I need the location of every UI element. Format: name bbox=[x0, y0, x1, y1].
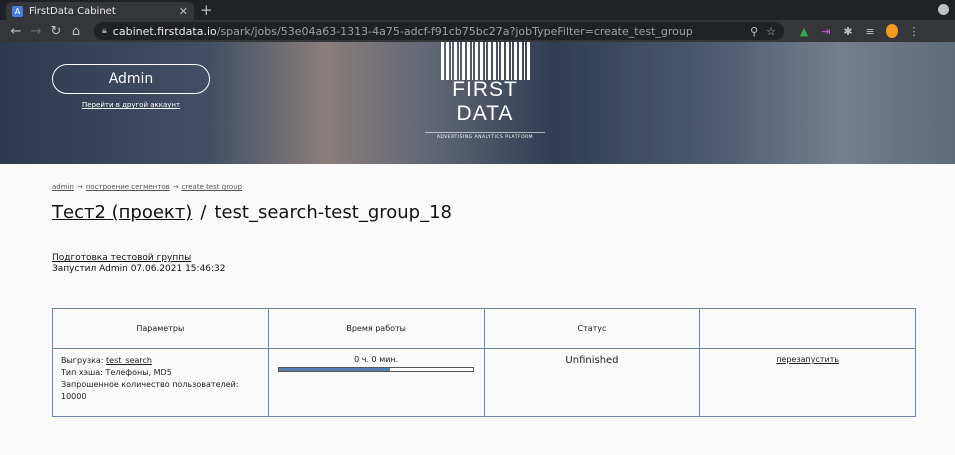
restart-button[interactable]: перезапустить bbox=[776, 355, 839, 364]
requested-users-label: Запрошенное количество пользователей: bbox=[61, 380, 239, 389]
action-cell: перезапустить bbox=[699, 348, 916, 417]
progress-bar bbox=[278, 367, 475, 372]
title-separator: / bbox=[200, 202, 207, 223]
reload-icon[interactable]: ↻ bbox=[46, 24, 66, 39]
favicon-icon: A bbox=[12, 5, 23, 17]
upload-link[interactable]: test_search bbox=[106, 356, 152, 365]
header-banner: Admin Перейти в другой аккаунт FIRST DAT… bbox=[0, 42, 955, 164]
tab-search-icon[interactable] bbox=[938, 4, 949, 15]
extension-arrow-icon[interactable]: ⇥ bbox=[820, 25, 832, 38]
home-icon[interactable]: ⌂ bbox=[66, 24, 86, 39]
browser-toolbar: ← → ↻ ⌂ 🔒︎ cabinet.firstdata.io /spark/j… bbox=[0, 20, 955, 42]
breadcrumb-segments[interactable]: построение сегментов bbox=[86, 183, 170, 191]
project-link[interactable]: Тест2 (проект) bbox=[52, 202, 192, 223]
header-parameters: Параметры bbox=[52, 308, 269, 349]
forward-icon[interactable]: → bbox=[26, 24, 46, 39]
job-type-link[interactable]: Подготовка тестовой группы bbox=[52, 253, 191, 263]
header-runtime: Время работы bbox=[267, 308, 485, 349]
job-table: Параметры Время работы Статус Выгрузка: … bbox=[52, 308, 916, 417]
tab-title: FirstData Cabinet bbox=[29, 5, 116, 17]
breadcrumb-create-test-group[interactable]: create test group bbox=[182, 183, 242, 191]
new-tab-button[interactable]: + bbox=[200, 1, 213, 19]
breadcrumb-separator: → bbox=[172, 183, 179, 191]
extensions-puzzle-icon[interactable]: ✱ bbox=[842, 25, 854, 38]
menu-kebab-icon[interactable]: ⋮ bbox=[908, 25, 920, 38]
hash-type: Тип хэша: Телефоны, MD5 bbox=[61, 368, 172, 377]
logo-text: FIRST DATA bbox=[452, 78, 518, 125]
back-icon[interactable]: ← bbox=[6, 24, 26, 39]
close-icon[interactable]: ✕ bbox=[179, 5, 188, 18]
upload-label: Выгрузка: bbox=[61, 356, 107, 365]
header-actions bbox=[699, 308, 916, 349]
header-status: Статус bbox=[483, 308, 701, 349]
first-data-logo[interactable]: FIRST DATA ADVERTISING ANALYTICS PLATFOR… bbox=[425, 42, 545, 140]
switch-account-link[interactable]: Перейти в другой аккаунт bbox=[82, 101, 180, 109]
browser-tabstrip: A FirstData Cabinet ✕ + bbox=[0, 0, 955, 20]
requested-users-value: 10000 bbox=[61, 392, 87, 401]
account-button[interactable]: Admin bbox=[52, 64, 210, 94]
table-header-row: Параметры Время работы Статус bbox=[52, 308, 916, 349]
reading-list-icon[interactable]: ≡ bbox=[864, 25, 876, 38]
status-cell: Unfinished bbox=[483, 348, 701, 417]
lock-icon: 🔒︎ bbox=[102, 26, 107, 36]
url-host: cabinet.firstdata.io bbox=[112, 24, 217, 38]
params-cell: Выгрузка: test_search Тип хэша: Телефоны… bbox=[52, 348, 269, 417]
breadcrumb-admin[interactable]: admin bbox=[52, 183, 74, 191]
barcode-icon bbox=[425, 42, 545, 80]
logo-tagline: ADVERTISING ANALYTICS PLATFORM bbox=[425, 132, 545, 140]
profile-avatar-icon[interactable] bbox=[886, 24, 898, 38]
bookmark-star-icon[interactable]: ☆ bbox=[766, 25, 776, 38]
runtime-cell: 0 ч. 0 мин. bbox=[267, 348, 485, 417]
zoom-icon[interactable]: ⚲ bbox=[750, 25, 758, 38]
breadcrumb-separator: → bbox=[76, 183, 83, 191]
browser-tab[interactable]: A FirstData Cabinet ✕ bbox=[6, 2, 194, 20]
address-bar[interactable]: 🔒︎ cabinet.firstdata.io /spark/jobs/53e0… bbox=[94, 22, 784, 40]
launched-by: Запустил Admin 07.06.2021 15:46:32 bbox=[52, 264, 226, 274]
drive-extension-icon[interactable]: ▲ bbox=[798, 25, 810, 38]
breadcrumb: admin → построение сегментов → create test g… bbox=[52, 183, 242, 191]
table-row: Выгрузка: test_search Тип хэша: Телефоны… bbox=[52, 348, 916, 417]
page-title: Тест2 (проект) / test_search-test_group_18 bbox=[52, 202, 452, 223]
job-name: test_search-test_group_18 bbox=[214, 202, 452, 223]
progress-fill bbox=[279, 368, 390, 371]
url-path: /spark/jobs/53e04a63-1313-4a75-adcf-f91c… bbox=[216, 24, 693, 38]
runtime-value: 0 ч. 0 мин. bbox=[354, 355, 399, 364]
